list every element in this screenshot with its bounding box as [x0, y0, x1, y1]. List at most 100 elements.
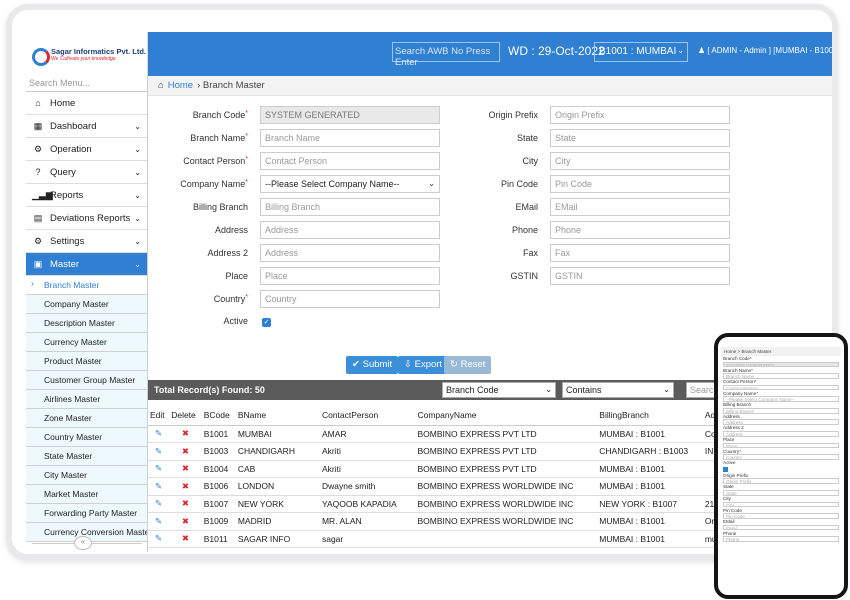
- awb-search-input[interactable]: Search AWB No Press Enter: [392, 42, 500, 68]
- edit-pencil-icon[interactable]: ✎: [148, 425, 170, 443]
- column-header: BillingBranch: [597, 406, 703, 426]
- delete-trash-icon[interactable]: ✖: [169, 460, 202, 478]
- sidebar-item-master[interactable]: ▣ Master ⌄: [26, 253, 147, 276]
- edit-pencil-icon[interactable]: ✎: [148, 512, 170, 531]
- user-label: [ ADMIN - Admin ] [MUMBAI - B1001 ]: [707, 46, 836, 55]
- phone-field-input[interactable]: Place: [723, 442, 839, 449]
- email-input[interactable]: EMail: [550, 198, 730, 216]
- user-menu[interactable]: ♟ [ ADMIN - Admin ] [MUMBAI - B1001 ] ▾: [698, 46, 836, 55]
- sidebar-item-label: Master: [50, 258, 80, 270]
- sidebar-item-dashboard[interactable]: ▦ Dashboard ⌄: [26, 115, 147, 138]
- chevron-down-icon: ⌄: [134, 167, 141, 177]
- branch-select[interactable]: B1001 : MUMBAI ⌄: [594, 42, 688, 62]
- table-cell: NEW YORK: [235, 495, 320, 513]
- table-cell: BOMBINO EXPRESS WORLDWIDE INC: [415, 495, 598, 513]
- phone-field-input[interactable]: Contact Person: [723, 384, 839, 391]
- reset-button-label: Reset: [460, 359, 486, 370]
- table-cell: CHANDIGARH : B1003: [597, 442, 703, 461]
- field-label: Place: [148, 271, 248, 281]
- phone-field-input[interactable]: SYSTEM GENERATED: [723, 361, 839, 368]
- fax-input[interactable]: Fax: [550, 244, 730, 262]
- branch-name-input[interactable]: Branch Name: [260, 129, 440, 147]
- phone-field-input[interactable]: Country: [723, 454, 839, 460]
- field-label: Billing Branch: [148, 202, 248, 212]
- phone-field-input[interactable]: Address: [723, 419, 839, 426]
- gstin-input[interactable]: GSTIN: [550, 267, 730, 285]
- phone-field-input[interactable]: Pin Code: [723, 513, 839, 519]
- billing-branch-input[interactable]: Billing Branch: [260, 198, 440, 216]
- sidebar-item-deviations-reports[interactable]: ▤ Deviations Reports ⌄: [26, 207, 147, 230]
- collapse-sidebar-icon[interactable]: «: [74, 536, 92, 550]
- phone-field-input[interactable]: Phone: [723, 536, 839, 542]
- export-button[interactable]: ⇩ Export: [398, 356, 449, 374]
- phone-field-input[interactable]: City: [723, 501, 839, 508]
- breadcrumb-home-link[interactable]: Home: [168, 80, 193, 91]
- submenu-item-description-master[interactable]: Description Master: [26, 314, 147, 333]
- sidebar-item-query[interactable]: ? Query ⌄: [26, 161, 147, 184]
- submenu-item-airlines-master[interactable]: Airlines Master: [26, 390, 147, 409]
- delete-trash-icon[interactable]: ✖: [169, 425, 202, 443]
- phone-input[interactable]: Phone: [550, 221, 730, 239]
- submenu-item-company-master[interactable]: Company Master: [26, 295, 147, 314]
- phone-field-input[interactable]: State: [723, 489, 839, 496]
- pin-code-input[interactable]: Pin Code: [550, 175, 730, 193]
- edit-pencil-icon[interactable]: ✎: [148, 442, 170, 461]
- delete-trash-icon[interactable]: ✖: [169, 477, 202, 496]
- field-value: Place: [265, 271, 288, 281]
- phone-field-input[interactable]: --Please Select Company Name--: [723, 396, 839, 402]
- company-name-select[interactable]: --Please Select Company Name-- ⌄: [260, 175, 440, 193]
- table-cell: MUMBAI: [235, 425, 320, 443]
- phone-field-input[interactable]: Billing Branch: [723, 407, 839, 414]
- origin-prefix-input[interactable]: Origin Prefix: [550, 106, 730, 124]
- edit-pencil-icon[interactable]: ✎: [148, 477, 170, 496]
- field-value: --Please Select Company Name--: [265, 179, 400, 189]
- sidebar-item-operation[interactable]: ⚙ Operation ⌄: [26, 138, 147, 161]
- country-input[interactable]: Country: [260, 290, 440, 308]
- state-input[interactable]: State: [550, 129, 730, 147]
- active-checkbox[interactable]: ✓: [262, 318, 271, 327]
- chevron-down-icon: ⌄: [134, 213, 141, 223]
- operator-select[interactable]: Contains ⌄: [562, 382, 674, 398]
- sidebar-item-home[interactable]: ⌂ Home: [26, 92, 147, 115]
- phone-field-input[interactable]: Address: [723, 431, 839, 437]
- field-select[interactable]: Branch Code ⌄: [442, 382, 556, 398]
- edit-pencil-icon[interactable]: ✎: [148, 530, 170, 548]
- phone-active-checkbox[interactable]: [723, 466, 728, 472]
- delete-trash-icon[interactable]: ✖: [169, 495, 202, 513]
- submenu-item-zone-master[interactable]: Zone Master: [26, 409, 147, 428]
- submit-button[interactable]: ✔ Submit: [346, 356, 399, 374]
- reset-button[interactable]: ↻ Reset: [444, 356, 492, 374]
- table-cell: Akriti: [319, 442, 416, 461]
- delete-trash-icon[interactable]: ✖: [169, 512, 202, 531]
- required-mark: *: [245, 156, 248, 163]
- place-input[interactable]: Place: [260, 267, 440, 285]
- field-label: City: [522, 156, 539, 166]
- submenu-item-customer-group-master[interactable]: Customer Group Master: [26, 371, 147, 390]
- submenu-item-branch-master[interactable]: Branch Master: [26, 276, 147, 295]
- sidebar-item-settings[interactable]: ⚙ Settings ⌄: [26, 230, 147, 253]
- submenu-item-currency-master[interactable]: Currency Master: [26, 333, 147, 352]
- phone-field-input[interactable]: EMail: [723, 524, 839, 531]
- city-input[interactable]: City: [550, 152, 730, 170]
- sidebar-item-reports[interactable]: ▁▃▆ Reports ⌄: [26, 184, 147, 207]
- logo: Sagar Informatics Pvt. Ltd. We Cultivate…: [26, 32, 148, 76]
- contact-person-input[interactable]: Contact Person: [260, 152, 440, 170]
- submenu-item-state-master[interactable]: State Master: [26, 447, 147, 466]
- submenu-item-product-master[interactable]: Product Master: [26, 352, 147, 371]
- phone-field-input[interactable]: Branch Name: [723, 373, 839, 379]
- edit-pencil-icon[interactable]: ✎: [148, 460, 170, 478]
- submenu-item-city-master[interactable]: City Master: [26, 466, 147, 485]
- address-2-input[interactable]: Address: [260, 244, 440, 262]
- submenu-item-forwarding-party-master[interactable]: Forwarding Party Master: [26, 504, 147, 523]
- address-input[interactable]: Address: [260, 221, 440, 239]
- field-label: Contact Person*: [148, 156, 248, 166]
- field-value: Contact Person: [265, 156, 328, 166]
- submenu-item-market-master[interactable]: Market Master: [26, 485, 147, 504]
- edit-pencil-icon[interactable]: ✎: [148, 495, 170, 513]
- delete-trash-icon[interactable]: ✖: [169, 530, 202, 548]
- delete-trash-icon[interactable]: ✖: [169, 442, 202, 461]
- branch-select-value: B1001 : MUMBAI: [599, 46, 677, 57]
- submenu-item-country-master[interactable]: Country Master: [26, 428, 147, 447]
- menu-search-input[interactable]: Search Menu...: [26, 76, 147, 92]
- phone-field-input[interactable]: Origin Prefix: [723, 478, 839, 484]
